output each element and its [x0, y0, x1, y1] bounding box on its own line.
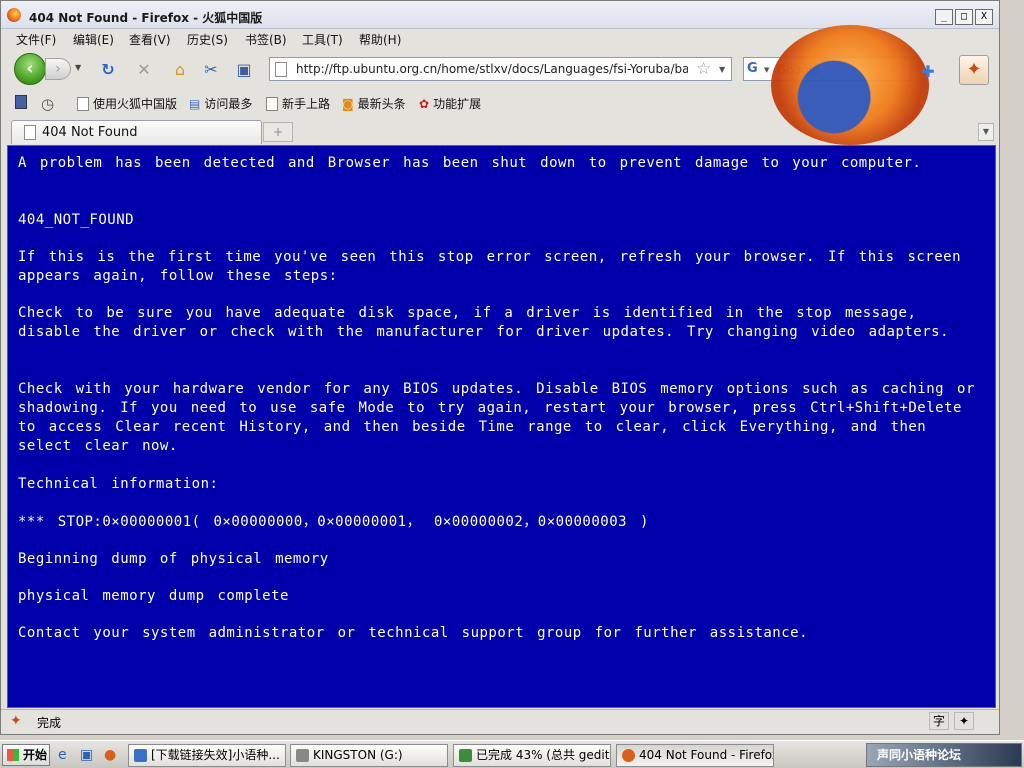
google-icon[interactable]: G — [747, 61, 758, 76]
url-dropdown-icon[interactable]: ▼ — [719, 65, 725, 74]
windows-flag-icon — [7, 749, 19, 761]
engine-dropdown-icon[interactable]: ▼ — [764, 66, 769, 74]
desktop-icon[interactable]: ▣ — [80, 747, 93, 763]
url-input[interactable] — [296, 60, 688, 78]
bsod-paragraph: Beginning dump of physical memory — [18, 551, 329, 567]
bookmark-item[interactable]: ◙ 最新头条 — [342, 95, 406, 112]
taskbar-item[interactable]: 已完成 43% (总共 gedit... — [453, 744, 611, 767]
bookmarks-toolbar: ◷ 使用火狐中国版 ▤ 访问最多 新手上路 ◙ 最新头条 ✿ 功能扩展 — [1, 91, 999, 115]
bsod-paragraph: A problem has been detected and Browser … — [18, 155, 922, 171]
minimize-button[interactable]: _ — [935, 9, 953, 25]
rss-icon: ◙ — [342, 96, 354, 111]
maximize-button[interactable]: □ — [955, 9, 973, 25]
taskbar: 开始 e ▣ ● [下载链接失效]小语种... KINGSTON (G:) 已完… — [0, 740, 1024, 768]
menu-history[interactable]: 历史(S) — [187, 31, 228, 48]
window-controls: _ □ X — [935, 9, 993, 25]
history-clock-icon[interactable]: ◷ — [41, 95, 54, 113]
folder-icon: ▤ — [189, 96, 201, 111]
extension-plus-icon[interactable]: ✚ — [915, 59, 941, 85]
stop-icon[interactable]: ✕ — [134, 60, 154, 80]
bookmark-manager-icon[interactable] — [15, 95, 27, 109]
addon-icon[interactable]: ▣ — [234, 60, 254, 80]
page-icon — [77, 96, 89, 111]
url-bar[interactable]: ☆ ▼ — [269, 57, 732, 81]
taskbar-item[interactable]: 404 Not Found - Firefox ... — [616, 744, 774, 767]
firefox-quicklaunch-icon[interactable]: ● — [104, 747, 116, 763]
firefox-icon — [622, 749, 635, 762]
page-icon — [266, 96, 278, 111]
page-icon — [275, 62, 287, 77]
menu-bookmarks[interactable]: 书签(B) — [245, 31, 287, 48]
ie-icon — [134, 749, 147, 762]
tool-icon[interactable]: ✦ — [954, 712, 974, 730]
tab-label: 404 Not Found — [42, 125, 138, 140]
bsod-error-code: 404_NOT_FOUND — [18, 212, 135, 228]
arrow-right-icon: › — [55, 61, 61, 77]
new-tab-button[interactable]: + — [263, 122, 293, 142]
status-bar: ✦ 完成 字 ✦ — [1, 709, 999, 732]
forward-button[interactable]: › — [45, 58, 71, 80]
menu-edit[interactable]: 编辑(E) — [73, 31, 114, 48]
bookmark-item[interactable]: ✿ 功能扩展 — [419, 95, 481, 112]
taskbar-item[interactable]: [下载链接失效]小语种... — [128, 744, 286, 767]
fox-addon-icon[interactable]: ✦ — [959, 55, 989, 85]
download-icon — [459, 749, 472, 762]
taskbar-item[interactable]: KINGSTON (G:) — [290, 744, 448, 767]
tab-bar: 404 Not Found + ▼ — [1, 118, 999, 145]
reload-icon[interactable]: ↻ — [98, 60, 118, 80]
close-button[interactable]: X — [975, 9, 993, 25]
addon-icon: ✿ — [419, 96, 430, 111]
page-icon — [24, 125, 36, 140]
fox-status-icon[interactable]: ✦ — [10, 713, 22, 729]
ie-icon[interactable]: e — [58, 747, 67, 763]
scissors-icon[interactable]: ✂ — [201, 60, 221, 80]
menu-tools[interactable]: 工具(T) — [302, 31, 343, 48]
bsod-paragraph: Check to be sure you have adequate disk … — [18, 305, 950, 340]
system-tray: 声同小语种论坛 — [866, 743, 1022, 767]
bsod-heading: Technical information: — [18, 476, 219, 492]
status-text: 完成 — [37, 716, 62, 730]
bookmark-star-icon[interactable]: ☆ — [696, 59, 711, 79]
tab-list-dropdown-icon[interactable]: ▼ — [978, 123, 994, 141]
bookmark-item[interactable]: 新手上路 — [266, 95, 330, 112]
drive-icon — [296, 749, 309, 762]
bsod-paragraph: Contact your system administrator or tec… — [18, 625, 809, 641]
back-button[interactable]: ‹ — [14, 53, 46, 85]
arrow-left-icon: ‹ — [26, 58, 34, 79]
start-button[interactable]: 开始 — [2, 744, 50, 766]
bookmark-item[interactable]: ▤ 访问最多 — [189, 95, 252, 112]
bookmark-item[interactable]: 使用火狐中国版 — [77, 95, 177, 112]
watermark-text: 声同小语种论坛 — [877, 748, 962, 762]
menu-help[interactable]: 帮助(H) — [359, 31, 401, 48]
menu-file[interactable]: 文件(F) — [16, 31, 56, 48]
bsod-stop-code: *** STOP:0×00000001( 0×00000000，0×000000… — [18, 514, 649, 530]
bsod-paragraph: Check with your hardware vendor for any … — [18, 381, 975, 454]
font-icon[interactable]: 字 — [929, 712, 949, 730]
browser-window: 404 Not Found - Firefox - 火狐中国版 _ □ X 文件… — [0, 0, 1000, 735]
tab-404-not-found[interactable]: 404 Not Found — [11, 120, 262, 144]
home-icon[interactable]: ⌂ — [170, 60, 190, 80]
bsod-paragraph: If this is the first time you've seen th… — [18, 249, 962, 284]
plus-icon: + — [272, 125, 284, 139]
window-title: 404 Not Found - Firefox - 火狐中国版 — [29, 11, 263, 25]
menu-view[interactable]: 查看(V) — [129, 31, 171, 48]
history-dropdown-icon[interactable]: ▼ — [75, 63, 81, 72]
firefox-icon — [7, 8, 21, 22]
page-content: A problem has been detected and Browser … — [7, 145, 996, 708]
bsod-paragraph: physical memory dump complete — [18, 588, 289, 604]
